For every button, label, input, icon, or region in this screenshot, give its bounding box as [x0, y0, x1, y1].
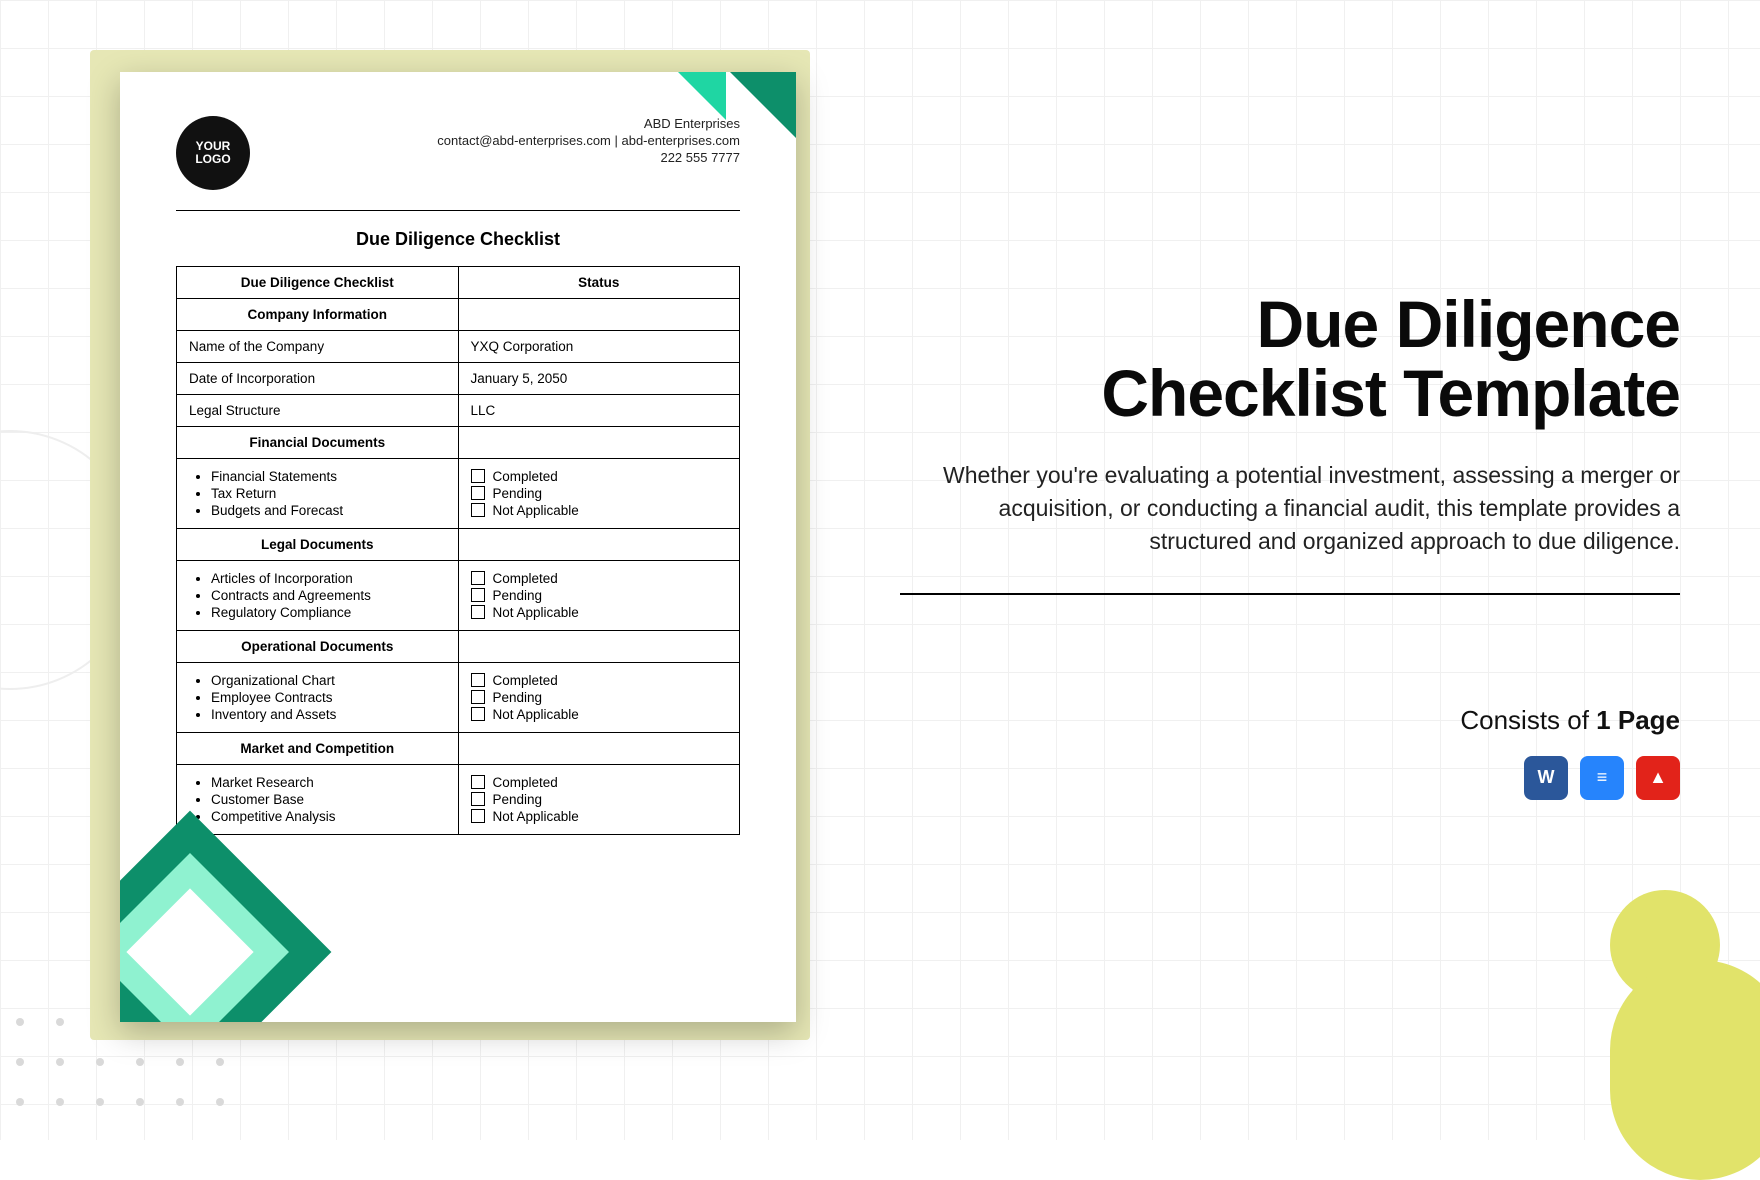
list-item: Regulatory Compliance — [211, 605, 446, 620]
status-cell: Completed Pending Not Applicable — [458, 765, 740, 835]
item-list-cell: Market Research Customer Base Competitiv… — [177, 765, 459, 835]
checkbox-option: Pending — [471, 690, 728, 705]
checkbox-option: Completed — [471, 673, 728, 688]
checkbox-option: Completed — [471, 469, 728, 484]
corner-decoration — [728, 72, 796, 140]
logo-text: YOURLOGO — [195, 140, 230, 166]
checkbox-option: Not Applicable — [471, 809, 728, 824]
corner-decoration — [120, 811, 331, 1022]
logo-placeholder: YOURLOGO — [176, 116, 250, 190]
section-heading: Financial Documents — [177, 427, 459, 459]
section-heading: Operational Documents — [177, 631, 459, 663]
checkbox-option: Not Applicable — [471, 503, 728, 518]
list-item: Financial Statements — [211, 469, 446, 484]
row-value: LLC — [458, 395, 740, 427]
divider — [176, 210, 740, 211]
list-item: Contracts and Agreements — [211, 588, 446, 603]
list-item: Budgets and Forecast — [211, 503, 446, 518]
consists-prefix: Consists of — [1460, 705, 1596, 735]
promo-panel: Due Diligence Checklist Template Whether… — [900, 290, 1680, 800]
page-count-label: Consists of 1 Page — [900, 705, 1680, 736]
table-header-right: Status — [458, 267, 740, 299]
list-item: Competitive Analysis — [211, 809, 446, 824]
section-heading: Market and Competition — [177, 733, 459, 765]
list-item: Articles of Incorporation — [211, 571, 446, 586]
company-info: ABD Enterprises contact@abd-enterprises.… — [437, 116, 740, 167]
divider — [900, 593, 1680, 595]
item-list-cell: Financial Statements Tax Return Budgets … — [177, 459, 459, 529]
checkbox-option: Completed — [471, 775, 728, 790]
document-preview: YOURLOGO ABD Enterprises contact@abd-ent… — [120, 72, 796, 1022]
preview-backdrop: YOURLOGO ABD Enterprises contact@abd-ent… — [90, 50, 810, 1040]
checkbox-option: Completed — [471, 571, 728, 586]
consists-value: 1 Page — [1596, 705, 1680, 735]
page-title: Due Diligence Checklist Template — [900, 290, 1680, 429]
company-contact: contact@abd-enterprises.com | abd-enterp… — [437, 133, 740, 148]
row-label: Name of the Company — [177, 331, 459, 363]
row-value: January 5, 2050 — [458, 363, 740, 395]
document-title: Due Diligence Checklist — [120, 229, 796, 250]
row-label: Legal Structure — [177, 395, 459, 427]
corner-decoration — [676, 72, 726, 120]
item-list-cell: Organizational Chart Employee Contracts … — [177, 663, 459, 733]
checkbox-option: Not Applicable — [471, 707, 728, 722]
section-heading: Legal Documents — [177, 529, 459, 561]
checkbox-option: Pending — [471, 486, 728, 501]
checkbox-option: Pending — [471, 792, 728, 807]
checkbox-option: Not Applicable — [471, 605, 728, 620]
title-line: Due Diligence — [900, 290, 1680, 359]
description-text: Whether you're evaluating a potential in… — [900, 459, 1680, 559]
status-cell: Completed Pending Not Applicable — [458, 663, 740, 733]
status-cell: Completed Pending Not Applicable — [458, 459, 740, 529]
list-item: Employee Contracts — [211, 690, 446, 705]
item-list-cell: Articles of Incorporation Contracts and … — [177, 561, 459, 631]
table-header-left: Due Diligence Checklist — [177, 267, 459, 299]
checkbox-option: Pending — [471, 588, 728, 603]
row-value: YXQ Corporation — [458, 331, 740, 363]
format-icons: W ≡ ▲ — [900, 756, 1680, 800]
list-item: Tax Return — [211, 486, 446, 501]
pdf-icon: ▲ — [1636, 756, 1680, 800]
list-item: Inventory and Assets — [211, 707, 446, 722]
status-cell: Completed Pending Not Applicable — [458, 561, 740, 631]
list-item: Organizational Chart — [211, 673, 446, 688]
company-phone: 222 555 7777 — [437, 150, 740, 165]
google-docs-icon: ≡ — [1580, 756, 1624, 800]
word-icon: W — [1524, 756, 1568, 800]
checklist-table: Due Diligence Checklist Status Company I… — [176, 266, 740, 835]
list-item: Market Research — [211, 775, 446, 790]
title-line: Checklist Template — [900, 359, 1680, 428]
section-heading: Company Information — [177, 299, 459, 331]
row-label: Date of Incorporation — [177, 363, 459, 395]
decorative-blob — [1610, 960, 1760, 1180]
list-item: Customer Base — [211, 792, 446, 807]
